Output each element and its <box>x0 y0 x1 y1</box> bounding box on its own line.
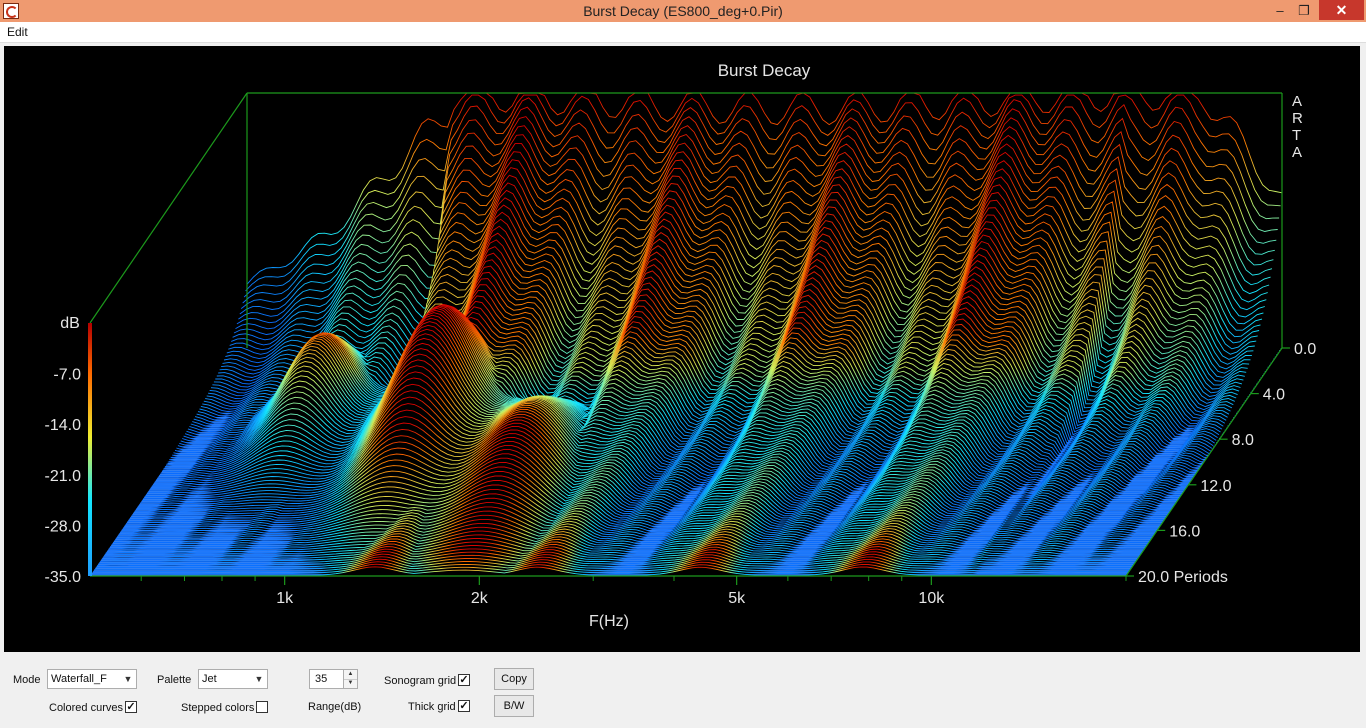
menu-bar: Edit <box>0 22 1366 43</box>
z-tick-label: 16.0 <box>1169 523 1200 540</box>
sonogram-grid-checkbox[interactable]: ✓ <box>458 674 470 686</box>
z-tick-label: 12.0 <box>1200 478 1231 495</box>
window-title: Burst Decay (ES800_deg+0.Pir) <box>583 3 783 19</box>
y-tick-label: -21.0 <box>45 468 82 485</box>
stepped-colors-label: Stepped colors <box>181 702 255 714</box>
y-tick-label: -28.0 <box>45 518 82 535</box>
y-tick-label: -14.0 <box>45 417 82 434</box>
mode-label: Mode <box>13 674 41 686</box>
x-axis-label: F(Hz) <box>589 613 629 630</box>
chevron-down-icon: ▼ <box>123 674 133 684</box>
z-tick-label: 4.0 <box>1263 387 1285 404</box>
control-panel: Mode Waterfall_F ▼ Palette Jet ▼ 35 ▲ ▼ … <box>0 656 1366 728</box>
y-tick-label: -7.0 <box>53 367 81 384</box>
waterfall-plot: -7.0 -14.0 -21.0 -28.0 -35.0 1k 2k 5k 10k 0.0 4.0 8… <box>4 46 1360 652</box>
range-label: Range(dB) <box>308 701 362 713</box>
copy-button[interactable]: Copy <box>494 668 534 690</box>
frame-left-diagonal <box>89 92 248 324</box>
waterfall-chart: -7.0 -14.0 -21.0 -28.0 -35.0 1k 2k 5k 10k 0.0 4.0 8… <box>45 61 1317 630</box>
restore-button[interactable]: ❐ <box>1290 0 1318 22</box>
colored-curves-label: Colored curves <box>49 702 123 714</box>
z-tick-label: 8.0 <box>1232 432 1254 449</box>
x-tick-label: 1k <box>276 590 294 607</box>
x-tick-label: 5k <box>728 590 746 607</box>
arrow-down-icon[interactable]: ▼ <box>344 679 357 688</box>
thick-grid-checkbox[interactable]: ✓ <box>458 700 470 712</box>
bw-button[interactable]: B/W <box>494 695 534 717</box>
mode-select[interactable]: Waterfall_F ▼ <box>47 669 137 689</box>
palette-select[interactable]: Jet ▼ <box>198 669 268 689</box>
stepped-colors-checkbox[interactable] <box>256 701 268 713</box>
menu-edit[interactable]: Edit <box>7 25 28 39</box>
z-tick-label: 20.0 Periods <box>1138 569 1228 586</box>
range-stepper[interactable]: ▲ ▼ <box>343 669 358 689</box>
chart-title: Burst Decay <box>718 61 811 80</box>
palette-label: Palette <box>157 674 192 686</box>
sonogram-grid-label: Sonogram grid <box>384 675 457 687</box>
y-tick-label: -35.0 <box>45 569 82 586</box>
chevron-down-icon: ▼ <box>254 674 264 684</box>
close-button[interactable]: ✕ <box>1319 0 1364 20</box>
colored-curves-checkbox[interactable]: ✓ <box>125 701 137 713</box>
mode-value: Waterfall_F <box>51 673 107 685</box>
colorbar <box>88 323 92 576</box>
arta-watermark: ARTA <box>1292 93 1303 161</box>
z-tick-label: 0.0 <box>1294 341 1316 358</box>
palette-value: Jet <box>202 673 217 685</box>
range-input[interactable]: 35 <box>309 669 344 689</box>
x-tick-label: 10k <box>918 590 945 607</box>
title-bar: Burst Decay (ES800_deg+0.Pir) – ❐ ✕ <box>0 0 1366 22</box>
x-tick-label: 2k <box>471 590 489 607</box>
y-axis-label: dB <box>60 315 80 332</box>
thick-grid-label: Thick grid <box>408 701 456 713</box>
